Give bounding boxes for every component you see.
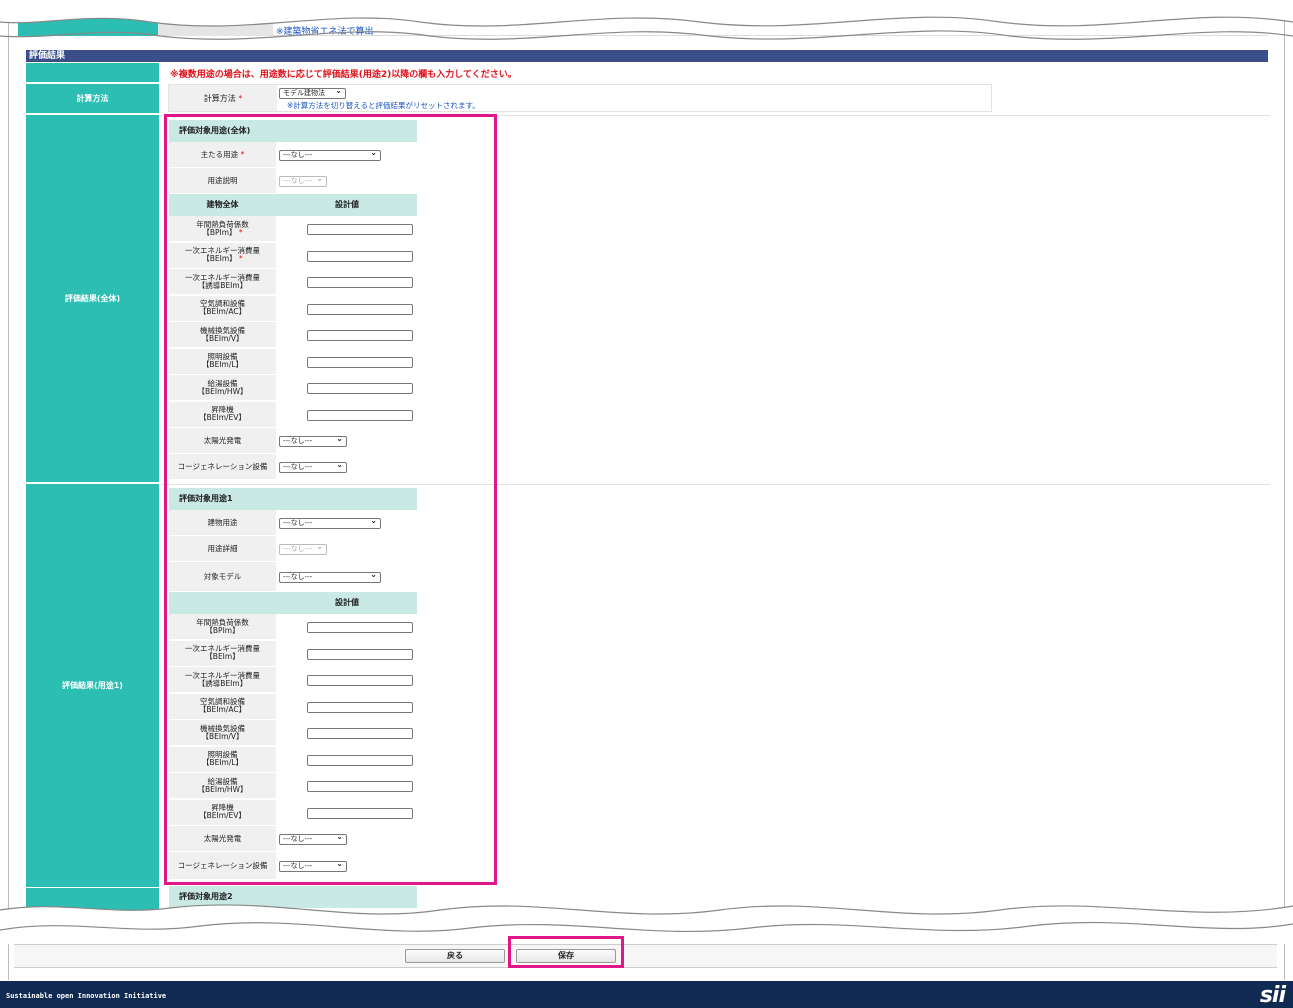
top-wave-separator [0, 0, 1293, 40]
sii-logo: sii [1259, 983, 1286, 1008]
required-mark: * [238, 93, 243, 103]
button-bar: 戻る 保存 [14, 944, 1277, 968]
overall-side-label: 評価結果(全体) [26, 115, 159, 483]
multi-use-warning: ※複数用途の場合は、用途数に応じて評価結果(用途2)以降の欄も入力してください。 [170, 70, 517, 80]
back-button[interactable]: 戻る [405, 949, 505, 963]
method-row: 計算方法 * モデル建物法 ※計算方法を切り替えると評価結果がリセットされます。 [168, 84, 992, 112]
section-header: 評価結果 [26, 50, 1268, 62]
use1-side-label: 評価結果(用途1) [26, 484, 159, 888]
page: ※建築物省エネ法で算出 評価結果 ※複数用途の場合は、用途数に応じて評価結果(用… [0, 0, 1293, 1008]
footer-tagline: Sustainable open Innovation Initiative [6, 992, 167, 1000]
method-side-label: 計算方法 [26, 84, 159, 114]
method-select[interactable]: モデル建物法 [279, 86, 346, 99]
method-label-cell: 計算方法 * [169, 85, 277, 111]
footer: Sustainable open Innovation Initiative s… [0, 981, 1293, 1008]
method-reset-note: ※計算方法を切り替えると評価結果がリセットされます。 [287, 101, 480, 110]
highlight-box-save [508, 936, 624, 968]
warn-side-cell [26, 63, 159, 83]
highlight-box-form [164, 114, 497, 885]
method-label: 計算方法 [203, 93, 236, 103]
bottom-wave-separator [0, 904, 1293, 944]
